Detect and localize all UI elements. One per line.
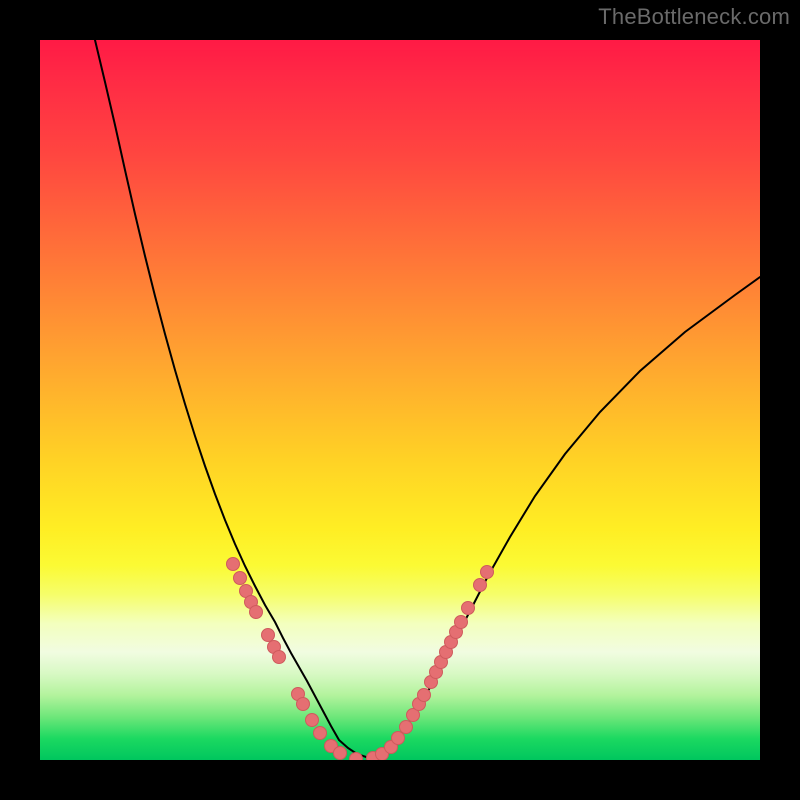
data-marker <box>306 714 319 727</box>
data-marker <box>234 572 247 585</box>
data-marker <box>227 558 240 571</box>
data-marker <box>250 606 263 619</box>
data-marker <box>474 579 487 592</box>
data-marker <box>273 651 286 664</box>
watermark-label: TheBottleneck.com <box>598 4 790 30</box>
bottleneck-curve <box>95 40 760 757</box>
data-marker <box>418 689 431 702</box>
data-series <box>95 40 760 757</box>
chart-frame: TheBottleneck.com <box>0 0 800 800</box>
data-marker <box>462 602 475 615</box>
data-marker <box>262 629 275 642</box>
data-marker <box>314 727 327 740</box>
data-marker <box>400 721 413 734</box>
data-marker <box>481 566 494 579</box>
chart-svg <box>40 40 760 760</box>
data-marker <box>334 747 347 760</box>
data-marker <box>455 616 468 629</box>
plot-area <box>40 40 760 760</box>
data-marker <box>297 698 310 711</box>
data-marker <box>350 753 363 761</box>
highlight-markers <box>227 558 494 761</box>
data-marker <box>392 732 405 745</box>
